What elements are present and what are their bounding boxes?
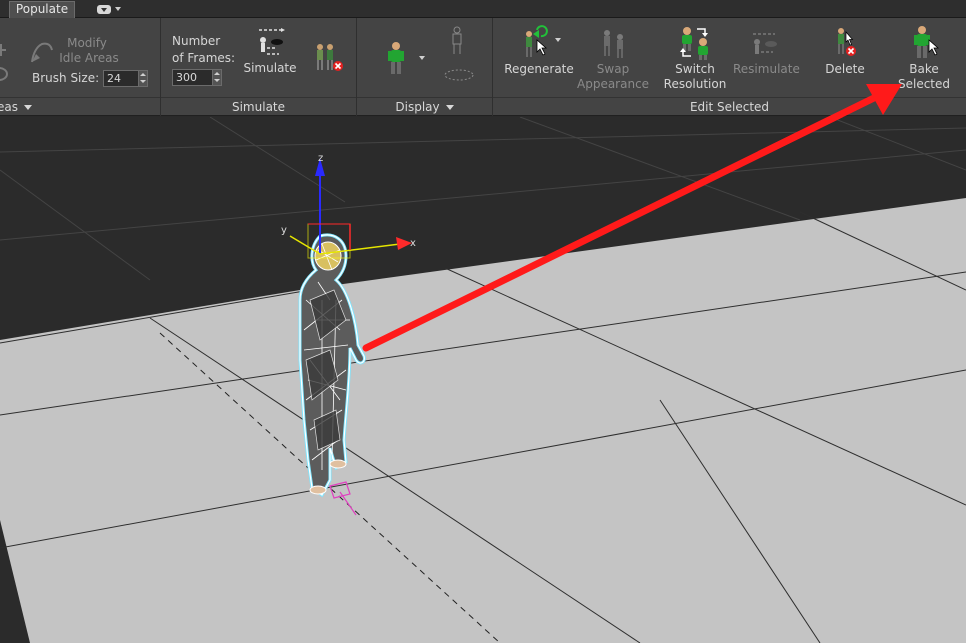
bake-selected-button[interactable]: Bake Selected xyxy=(891,24,957,94)
resolution-label: Resolution xyxy=(663,77,727,91)
resimulate-label: Resimulate xyxy=(733,62,800,76)
clear-simulation-button[interactable] xyxy=(311,42,347,76)
panel-title-display: Display xyxy=(395,100,440,114)
panel-title-simulate: Simulate xyxy=(231,100,286,114)
display-mode-button[interactable] xyxy=(383,40,429,76)
spinner-arrows-icon[interactable] xyxy=(212,70,221,85)
switch-resolution-button[interactable]: Switch Resolution xyxy=(657,24,733,94)
simulate-icon xyxy=(259,28,285,55)
ribbon-tab-strip: Populate xyxy=(0,0,966,18)
simulate-button[interactable]: Simulate xyxy=(239,24,299,80)
panel-footer-idle-areas[interactable]: eas xyxy=(0,97,160,116)
resimulate-icon xyxy=(753,33,777,54)
chevron-down-icon xyxy=(419,56,425,60)
brush-size-spinner[interactable]: 24 xyxy=(103,70,148,87)
gizmo-x-label: x xyxy=(410,238,416,249)
panel-display: Display xyxy=(357,18,493,116)
person-green-icon xyxy=(388,42,404,74)
regenerate-label: Regenerate xyxy=(504,62,574,76)
chevron-down-icon xyxy=(24,105,32,110)
bake-label: Bake xyxy=(909,62,939,76)
simulate-label: Simulate xyxy=(243,61,297,75)
panel-edit-selected: Regenerate Swap Appearance Switch Resolu… xyxy=(493,18,966,116)
modify-idle-areas-button[interactable]: Modify Idle Areas xyxy=(28,36,119,70)
panel-footer-simulate: Simulate xyxy=(161,97,356,116)
ribbon: Modify Idle Areas Brush Size: 24 eas Num… xyxy=(0,18,966,116)
regenerate-icon xyxy=(526,25,561,57)
chevron-down-icon xyxy=(115,7,121,11)
panel-footer-edit-selected: Edit Selected xyxy=(493,97,966,116)
panel-title-idle-areas: eas xyxy=(0,100,18,114)
swap-appearance-button: Swap Appearance xyxy=(577,24,649,94)
delete-button[interactable]: Delete xyxy=(811,24,879,84)
frames-value: 300 xyxy=(176,71,197,84)
panel-idle-areas: Modify Idle Areas Brush Size: 24 eas xyxy=(0,18,161,116)
bake-person-icon xyxy=(914,26,940,58)
show-radius-toggle[interactable] xyxy=(443,68,475,82)
gizmo-z-label: z xyxy=(318,153,323,164)
delete-label: Delete xyxy=(825,62,865,76)
regenerate-button[interactable]: Regenerate xyxy=(499,24,574,84)
brush-size-value: 24 xyxy=(107,72,121,85)
swap-appearance-icon xyxy=(604,30,623,58)
gizmo-y-label: y xyxy=(281,225,287,236)
ribbon-options-icon xyxy=(97,5,111,14)
panel-simulate: Number of Frames: 300 Simulate Simulate xyxy=(161,18,357,116)
delete-person-icon xyxy=(838,28,856,56)
perspective-viewport[interactable]: x y z xyxy=(0,117,966,643)
brush-size-label: Brush Size: xyxy=(32,71,100,85)
clear-simulation-icon xyxy=(317,44,343,71)
panel-title-edit-selected: Edit Selected xyxy=(689,100,770,114)
switch-resolution-icon xyxy=(680,27,708,60)
appearance-label: Appearance xyxy=(577,77,650,91)
radius-ellipse-icon xyxy=(444,69,474,81)
selected-label: Selected xyxy=(897,77,951,91)
panel-footer-display[interactable]: Display xyxy=(357,97,492,116)
chevron-down-icon xyxy=(445,105,454,110)
tab-populate[interactable]: Populate xyxy=(9,1,75,18)
resimulate-button: Resimulate xyxy=(733,24,800,84)
modify-label: Modify xyxy=(67,36,107,50)
ribbon-options-dropdown[interactable] xyxy=(94,2,124,16)
show-mesh-toggle[interactable] xyxy=(449,25,465,55)
idle-areas-label: Idle Areas xyxy=(59,51,119,65)
switch-label: Switch xyxy=(675,62,715,76)
frames-spinner[interactable]: 300 xyxy=(172,69,222,86)
idle-area-tools-icon[interactable] xyxy=(0,36,10,86)
brush-icon xyxy=(31,42,53,63)
viewport-scene: x y z xyxy=(0,117,966,643)
swap-label: Swap xyxy=(596,62,630,76)
ground-plane xyxy=(0,198,966,643)
spinner-arrows-icon[interactable] xyxy=(138,71,147,86)
transform-gizmo[interactable]: x y z xyxy=(281,153,416,259)
wireframe-person-icon xyxy=(452,26,462,54)
frames-label-2: of Frames: xyxy=(172,51,236,65)
frames-label-1: Number xyxy=(172,34,221,48)
